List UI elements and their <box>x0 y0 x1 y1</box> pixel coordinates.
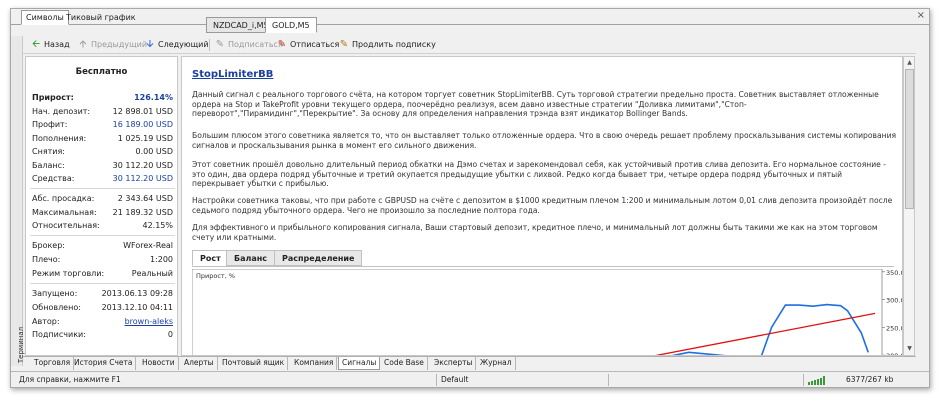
status-help: Для справки, нажмите F1 <box>19 375 121 384</box>
status-separator <box>436 374 437 386</box>
status-separator <box>608 374 609 386</box>
arrow-down-icon: 🡫 <box>146 39 154 50</box>
stat-leverage: Плечо: 1:200 <box>32 255 173 264</box>
toolbar-separator <box>209 39 210 51</box>
tab-tick-chart[interactable]: Тиковый график <box>61 10 141 25</box>
divider <box>30 283 175 284</box>
tab-underline <box>192 266 894 267</box>
arrow-up-icon: 🡩 <box>79 39 87 50</box>
price-label: Бесплатно <box>75 67 128 77</box>
status-bar: Для справки, нажмите F1 Default 6377/267… <box>11 371 929 387</box>
y-axis-label: Прирост, % <box>196 272 235 280</box>
tab-experts[interactable]: Эксперты <box>431 357 477 370</box>
y-tick-label: 300.00 <box>886 297 903 305</box>
previous-label: Предыдущий <box>91 40 148 49</box>
signal-toolbar: 🡨 Назад 🡩 Предыдущий 🡫 Следующий ✎ Подпи… <box>23 36 916 54</box>
stat-equity: Средства: 30 112.20 USD <box>32 174 173 183</box>
stat-withdrawals: Снятия: 0.00 USD <box>32 147 173 156</box>
renew-label: Продлить подписку <box>352 40 436 49</box>
pen-icon: ✎ <box>215 39 225 50</box>
pen-cross-icon: ✎ <box>277 39 287 50</box>
next-button[interactable]: 🡫 Следующий <box>145 37 209 53</box>
top-tab-row: Символы Тиковый график × <box>11 9 929 25</box>
tab-mailbox[interactable]: Почтовый ящик <box>219 357 289 370</box>
tab-news[interactable]: Новости <box>139 357 179 370</box>
description-paragraph: Для эффективного и прибыльного копирован… <box>192 223 878 242</box>
y-tick-label: 250.00 <box>886 324 903 332</box>
signal-title[interactable]: StopLimiterBB <box>192 69 273 80</box>
tab-balance[interactable]: Баланс <box>226 250 276 266</box>
tab-alerts[interactable]: Алерты <box>181 357 218 370</box>
stat-profit: Профит: 16 189.00 USD <box>32 120 173 129</box>
stat-author: Автор: brown-aleks <box>32 317 173 326</box>
vertical-scrollbar[interactable]: ▲ ▼ <box>903 56 915 356</box>
growth-chart: 350.00300.00250.00200.00Прирост, % <box>192 269 903 355</box>
stat-deposits: Пополнения: 1 025.19 USD <box>32 134 173 143</box>
y-tick-label: 350.00 <box>886 269 903 277</box>
stat-initial-deposit: Нач. депозит: 12 898.01 USD <box>32 107 173 116</box>
description-paragraph: Этот советник прошёл довольно длительный… <box>192 160 886 188</box>
chart-tab-gold[interactable]: GOLD,M5 <box>265 17 317 33</box>
author-link[interactable]: brown-aleks <box>125 317 173 326</box>
unsubscribe-label: Отписаться <box>290 40 340 49</box>
close-icon[interactable]: × <box>917 10 925 21</box>
terminal-window: Символы Тиковый график × NZDCAD_i,M5 GOL… <box>10 8 930 388</box>
stat-abs-drawdown: Абс. просадка: 2 343.64 USD <box>32 194 173 203</box>
divider <box>30 188 175 189</box>
stat-started: Запущено: 2013.06.13 09:28 <box>32 289 173 298</box>
stat-broker: Брокер: WForex-Real <box>32 241 173 250</box>
terminal-tabs: Торговля История Счета Новости Алерты По… <box>23 356 916 370</box>
stat-subscribers: Подписчики: 0 <box>32 330 173 339</box>
back-label: Назад <box>44 40 70 49</box>
tab-trade[interactable]: Торговля <box>31 357 75 370</box>
previous-button[interactable]: 🡩 Предыдущий <box>78 37 147 53</box>
tab-growth[interactable]: Рост <box>192 250 229 266</box>
scroll-down-icon[interactable]: ▼ <box>905 344 914 354</box>
renew-subscription-button[interactable]: ✎ Продлить подписку <box>339 37 436 53</box>
renew-icon: ✎ <box>339 39 349 50</box>
status-traffic: 6377/267 kb <box>846 375 894 384</box>
divider <box>30 235 175 236</box>
description-paragraph: Большим плюсом этого советника является … <box>192 131 897 150</box>
stat-updated: Обновлено: 2013.12.10 04:11 <box>32 303 173 312</box>
tab-company[interactable]: Компания <box>291 357 338 370</box>
tab-account-history[interactable]: История Счета <box>71 357 137 370</box>
stat-trade-mode: Режим торговли: Реальный <box>32 269 173 278</box>
terminal-side-label: Терминал <box>11 36 25 366</box>
stat-balance: Баланс: 30 112.20 USD <box>32 161 173 170</box>
description-paragraph: Данный сигнал с реального торгового счёт… <box>192 90 879 118</box>
scroll-up-icon[interactable]: ▲ <box>905 58 914 68</box>
signal-description: StopLimiterBB Данный сигнал с реального … <box>181 56 903 356</box>
signal-summary-panel: Бесплатно Прирост: 126.14% Нач. депозит:… <box>25 56 178 356</box>
tab-signals[interactable]: Сигналы <box>338 357 381 370</box>
stat-max-drawdown: Максимальная: 21 189.32 USD <box>32 208 173 217</box>
scroll-thumb[interactable] <box>905 69 914 209</box>
back-button[interactable]: 🡨 Назад <box>31 37 70 53</box>
connection-bars-icon <box>808 376 826 385</box>
description-paragraph: Настройки советника таковы, что при рабо… <box>192 196 893 215</box>
arrow-left-icon: 🡨 <box>31 39 41 50</box>
tab-code-base[interactable]: Code Base <box>381 357 428 370</box>
stat-growth: Прирост: 126.14% <box>32 93 173 102</box>
status-separator <box>803 374 804 386</box>
subscribe-button[interactable]: ✎ Подписаться <box>215 37 283 53</box>
status-profile: Default <box>441 375 469 384</box>
plot-frame <box>192 269 883 355</box>
stat-rel-drawdown: Относительная: 42.15% <box>32 221 173 230</box>
tab-journal[interactable]: Журнал <box>477 357 516 370</box>
tab-distribution[interactable]: Распределение <box>274 250 363 266</box>
unsubscribe-button[interactable]: ✎ Отписаться <box>277 37 339 53</box>
subscribe-label: Подписаться <box>228 40 283 49</box>
next-label: Следующий <box>158 40 209 49</box>
